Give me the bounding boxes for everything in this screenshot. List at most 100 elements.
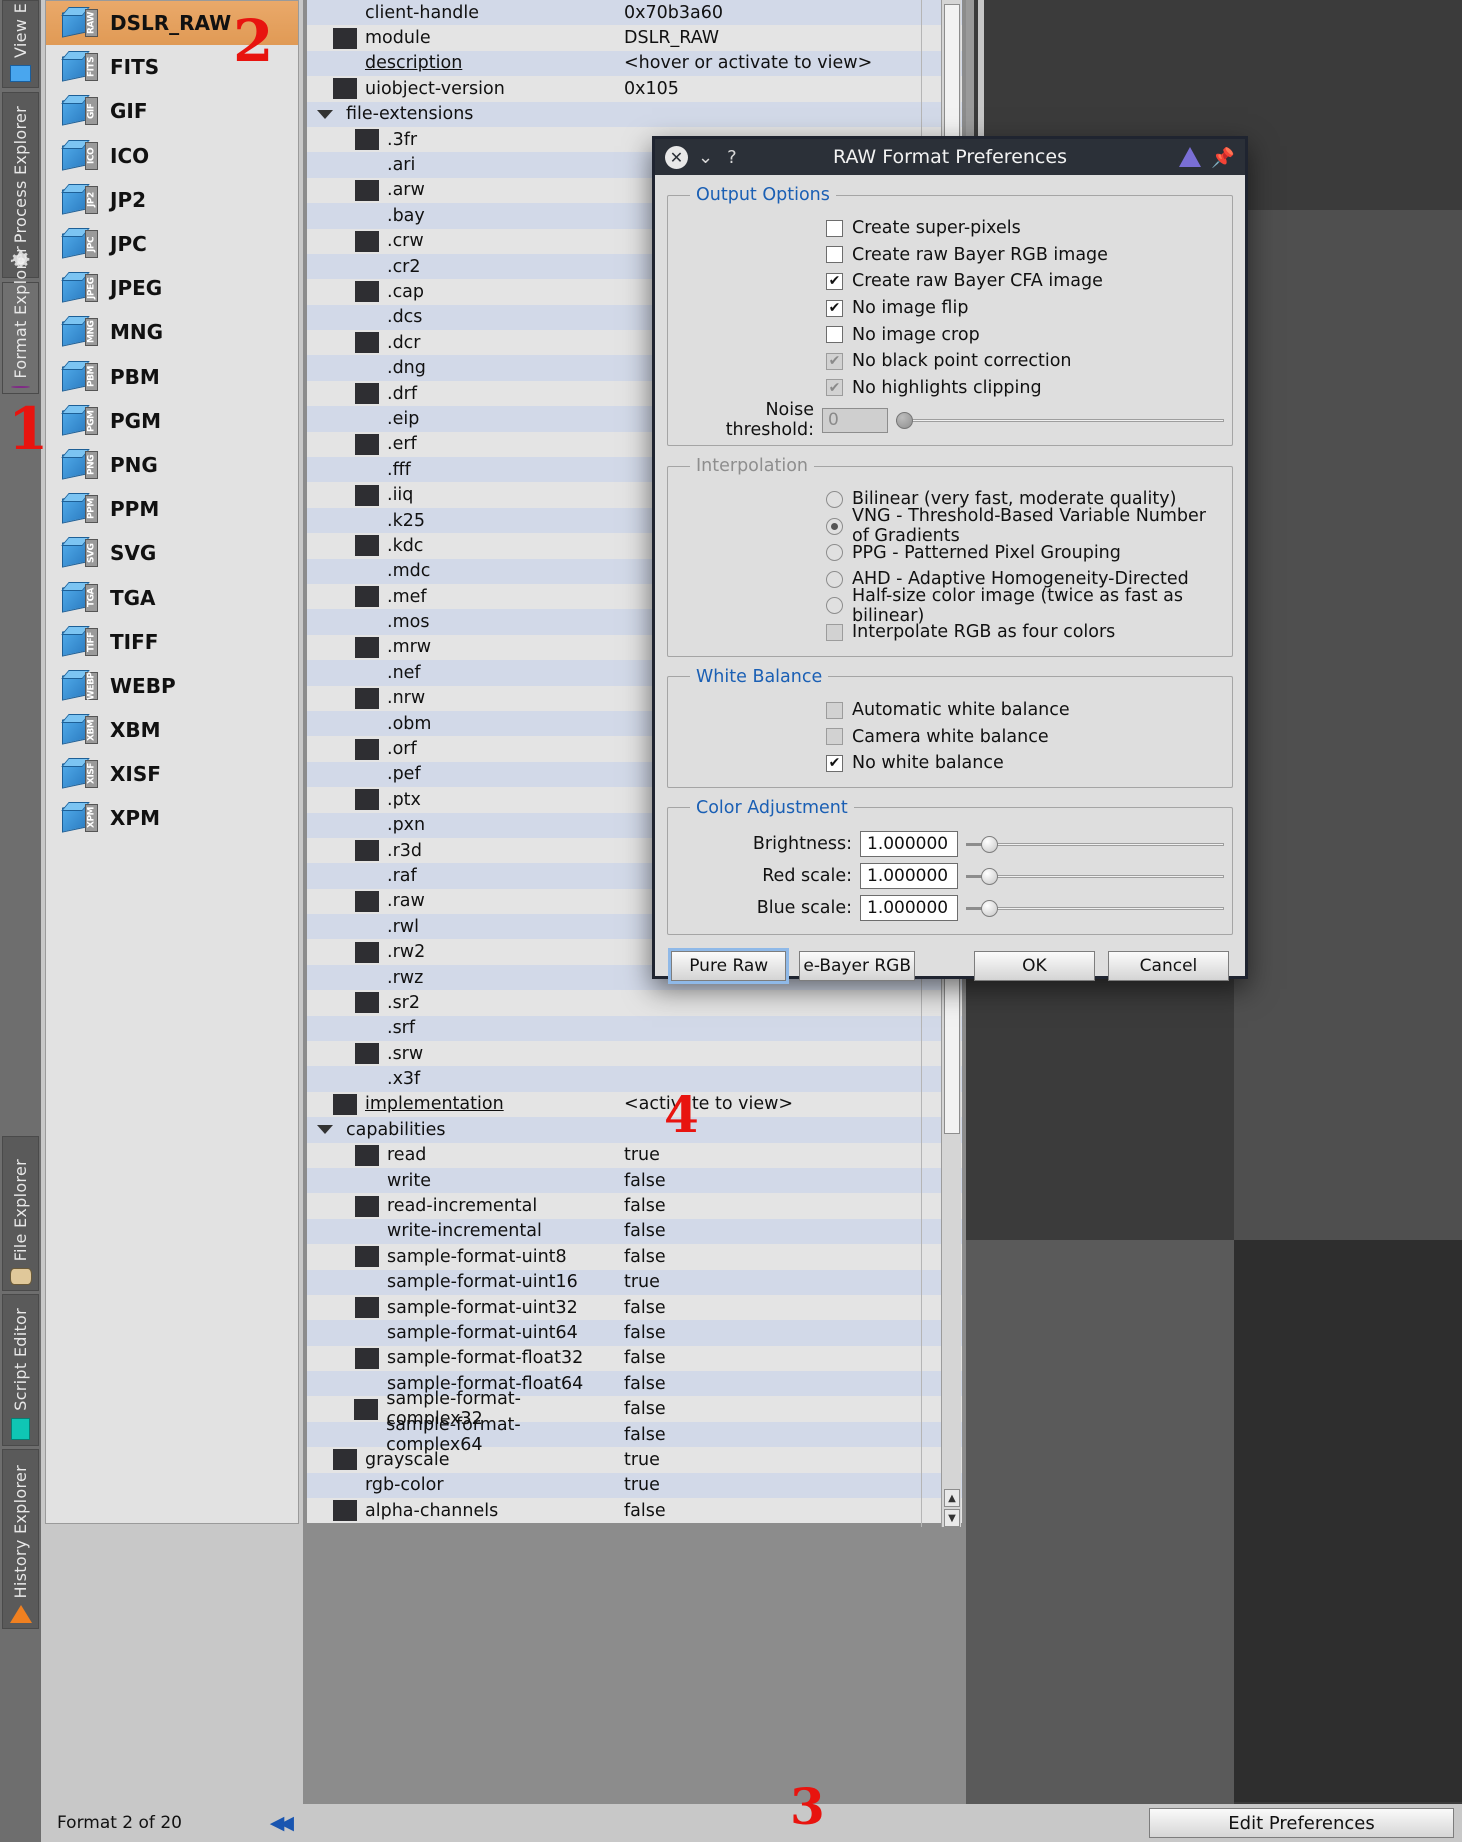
table-row[interactable]: client-handle 0x70b3a60 [307,0,962,26]
table-row[interactable]: module DSLR_RAW [307,25,962,51]
format-list-item[interactable]: PBM PBM [46,355,298,399]
format-list-item[interactable]: XISF XISF [46,752,298,796]
table-row[interactable]: read true [307,1142,962,1168]
checkbox-icon[interactable] [826,623,843,641]
table-row[interactable]: .srw [307,1041,962,1067]
checkbox-row[interactable]: Create super-pixels [826,215,1224,242]
scroll-down-arrow[interactable]: ▼ [944,1509,960,1527]
radio-row[interactable]: Half-size color image (twice as fast as … [826,586,1224,626]
checkbox-row[interactable]: No image crop [826,321,1224,348]
format-list-item[interactable]: JPC JPC [46,222,298,266]
table-row[interactable]: .sr2 [307,990,962,1016]
close-icon[interactable]: ✕ [665,145,688,169]
format-list-item[interactable]: MNG MNG [46,310,298,354]
checkbox-icon[interactable] [826,246,843,264]
format-list-item[interactable]: PNG PNG [46,443,298,487]
table-row[interactable]: sample-format-complex64 false [307,1415,962,1455]
table-row[interactable]: capabilities [307,1117,962,1143]
checkbox-row[interactable]: Interpolate RGB as four colors [826,619,1224,646]
slider-track[interactable] [966,897,1224,919]
table-row[interactable]: sample-format-uint32 false [307,1294,962,1321]
collapse-panel-icon[interactable]: ◀◀ [270,1812,294,1834]
slider-track[interactable] [966,865,1224,887]
radio-button-icon[interactable] [826,517,843,535]
table-row[interactable]: sample-format-uint8 false [307,1244,962,1270]
checkbox-row[interactable]: ✔ No white balance [826,750,1224,777]
slider-value-input[interactable]: 1.000000 [860,862,958,889]
format-list-item[interactable]: TGA TGA [46,575,298,619]
e-bayer-rgb-button[interactable]: e-Bayer RGB [799,950,915,981]
sidebar-item-script-editor[interactable]: Script Editor [2,1294,39,1446]
table-row[interactable]: write-incremental false [307,1218,962,1245]
table-row[interactable]: .srf [307,1015,962,1042]
ok-button[interactable]: OK [973,950,1095,981]
table-row[interactable]: sample-format-float32 false [307,1345,962,1372]
pin-icon[interactable]: 📌 [1211,146,1235,169]
format-list-item[interactable]: JPEG JPEG [46,266,298,310]
noise-threshold-input[interactable]: 0 [822,407,888,433]
checkbox-icon[interactable]: ✔ [826,299,843,317]
table-row[interactable]: sample-format-uint64 false [307,1320,962,1346]
sidebar-item-view-explorer[interactable]: View E [2,0,39,88]
chevron-down-icon[interactable]: ⌄ [698,147,713,168]
checkbox-row[interactable]: ✔ No image flip [826,295,1224,322]
expand-collapse-icon[interactable] [317,1125,333,1135]
radio-button-icon[interactable] [826,490,843,508]
checkbox-row[interactable]: Automatic white balance [826,697,1224,724]
expand-collapse-icon[interactable] [317,109,333,119]
radio-button-icon[interactable] [826,597,843,615]
format-list-item[interactable]: XPM XPM [46,796,298,840]
format-list-item[interactable]: JP2 JP2 [46,178,298,222]
sidebar-item-history-explorer[interactable]: History Explorer [2,1449,39,1629]
format-list-item[interactable]: GIF GIF [46,89,298,133]
checkbox-row[interactable]: ✔ Create raw Bayer CFA image [826,268,1224,295]
checkbox-icon[interactable] [826,326,843,344]
format-list-item[interactable]: ICO ICO [46,134,298,178]
checkbox-row[interactable]: ✔ No highlights clipping [826,375,1224,402]
checkbox-icon[interactable]: ✔ [826,352,843,370]
checkbox-icon[interactable]: ✔ [826,379,843,397]
slider-value-input[interactable]: 1.000000 [860,894,958,921]
checkbox-icon[interactable] [826,219,843,237]
table-row[interactable]: .x3f [307,1066,962,1092]
table-row[interactable]: write false [307,1167,962,1194]
slider-value-input[interactable]: 1.000000 [860,830,958,857]
checkbox-row[interactable]: Camera white balance [826,723,1224,750]
pure-raw-button[interactable]: Pure Raw [667,947,790,984]
sidebar-item-format-explorer[interactable]: Format Explorer [2,246,39,394]
format-list-item[interactable]: WEBP WEBP [46,664,298,708]
table-row[interactable]: sample-format-uint16 true [307,1269,962,1295]
table-row[interactable]: read-incremental false [307,1193,962,1219]
sidebar-item-file-explorer[interactable]: File Explorer [2,1136,39,1291]
table-row[interactable]: file-extensions [307,101,962,127]
help-icon[interactable]: ? [727,147,737,168]
checkbox-icon[interactable]: ✔ [826,754,843,772]
table-row[interactable]: implementation <activate to view> [307,1091,962,1118]
format-list-item[interactable]: PGM PGM [46,399,298,443]
noise-threshold-slider[interactable] [896,409,1224,431]
cancel-button[interactable]: Cancel [1107,950,1229,981]
radio-button-icon[interactable] [826,570,843,588]
table-row[interactable]: uiobject-version 0x105 [307,76,962,102]
scroll-up-arrow[interactable]: ▲ [944,1489,960,1507]
table-row[interactable]: grayscale true [307,1447,962,1473]
table-row[interactable]: description <hover or activate to view> [307,50,962,77]
format-list[interactable]: RAW DSLR_RAW FITS FITS GIF GIF ICO ICO JP2 JP2 JPC… [45,0,299,1524]
format-list-item[interactable]: PPM PPM [46,487,298,531]
format-list-item[interactable]: XBM XBM [46,708,298,752]
dialog-title-bar[interactable]: ✕ ⌄ ? RAW Format Preferences 📌 [655,139,1245,175]
table-row[interactable]: rgb-color true [307,1472,962,1499]
checkbox-icon[interactable]: ✔ [826,272,843,290]
radio-row[interactable]: PPG - Patterned Pixel Grouping [826,539,1224,566]
slider-track[interactable] [966,833,1224,855]
checkbox-row[interactable]: Create raw Bayer RGB image [826,242,1224,269]
edit-preferences-button[interactable]: Edit Preferences [1149,1808,1454,1838]
radio-row[interactable]: VNG - Threshold-Based Variable Number of… [826,506,1224,546]
checkbox-row[interactable]: ✔ No black point correction [826,348,1224,375]
checkbox-icon[interactable] [826,728,843,746]
radio-button-icon[interactable] [826,544,843,562]
table-row[interactable]: alpha-channels false [307,1498,962,1524]
checkbox-icon[interactable] [826,701,843,719]
format-list-item[interactable]: TIFF TIFF [46,620,298,664]
format-list-item[interactable]: SVG SVG [46,531,298,575]
